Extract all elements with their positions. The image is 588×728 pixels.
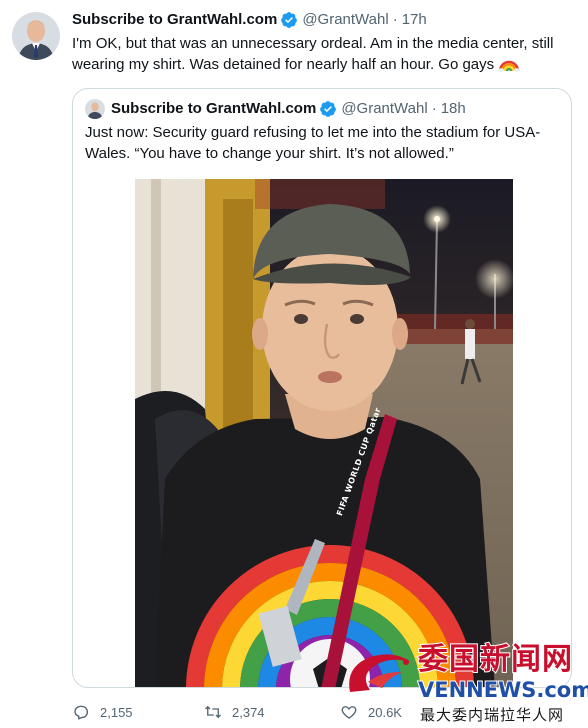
quoted-tweet-photo[interactable]: FIFA WORLD CUP Qatar	[135, 179, 513, 687]
retweet-button[interactable]: 2,374	[204, 703, 265, 721]
site-watermark: 委国新闻网 VENNEWS.com 最大委内瑞拉华人网	[340, 632, 588, 728]
tweet-timestamp[interactable]: 17h	[402, 10, 427, 30]
tweet-header: Subscribe to GrantWahl.com @GrantWahl · …	[72, 10, 427, 30]
retweet-count: 2,374	[232, 704, 265, 720]
author-handle[interactable]: @GrantWahl	[302, 10, 388, 30]
quoted-tweet-text: Just now: Security guard refusing to let…	[85, 124, 541, 162]
quoted-tweet-timestamp: 18h	[440, 100, 466, 117]
quoted-verified-badge-icon	[320, 101, 337, 117]
quoted-tweet[interactable]: Subscribe to GrantWahl.com @GrantWahl · …	[72, 88, 572, 688]
retweet-icon	[205, 705, 221, 719]
tweet[interactable]: Subscribe to GrantWahl.com @GrantWahl · …	[0, 0, 588, 728]
quoted-separator-dot: ·	[431, 100, 437, 117]
quoted-author-avatar	[85, 99, 105, 119]
verified-badge-icon	[281, 12, 298, 28]
watermark-subtitle: 最大委内瑞拉华人网	[420, 704, 565, 725]
watermark-logo-icon	[349, 654, 410, 692]
quoted-tweet-header: Subscribe to GrantWahl.com @GrantWahl · …	[85, 99, 466, 119]
tweet-text-content: I'm OK, but that was an unnecessary orde…	[72, 35, 554, 73]
tweet-text: I'm OK, but that was an unnecessary orde…	[72, 33, 572, 75]
reply-count: 2,155	[100, 704, 133, 720]
reply-button[interactable]: 2,155	[72, 703, 133, 721]
watermark-chinese-title: 委国新闻网	[417, 641, 573, 678]
quoted-author-handle: @GrantWahl	[341, 100, 428, 117]
author-name[interactable]: Subscribe to GrantWahl.com	[72, 10, 277, 30]
separator-dot: ·	[392, 11, 398, 28]
reply-icon	[74, 705, 89, 720]
author-avatar[interactable]	[12, 12, 60, 60]
quoted-author-name: Subscribe to GrantWahl.com	[111, 100, 317, 117]
watermark-site: VENNEWS.com	[417, 677, 588, 703]
rainbow-icon	[498, 60, 521, 72]
